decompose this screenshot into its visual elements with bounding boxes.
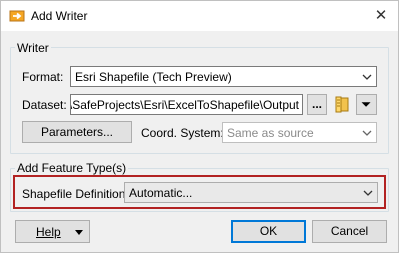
dataset-value: nts\SafeProjects\Esri\ExcelToShapefile\O… bbox=[70, 98, 299, 112]
window-title: Add Writer bbox=[31, 9, 88, 23]
parameters-button[interactable]: Parameters... bbox=[22, 121, 132, 143]
format-label: Format: bbox=[22, 70, 64, 84]
shapefile-definition-value: Automatic... bbox=[129, 186, 193, 200]
close-icon[interactable]: ✕ bbox=[367, 4, 395, 28]
folder-icon bbox=[335, 96, 349, 113]
title-bar: Add Writer ✕ bbox=[1, 1, 398, 31]
feature-type-group-title: Add Feature Type(s) bbox=[15, 161, 129, 175]
dataset-menu-button[interactable] bbox=[356, 94, 377, 115]
browse-button[interactable]: ... bbox=[307, 94, 327, 115]
add-writer-dialog: Add Writer ✕ Writer Format: Esri Shapefi… bbox=[0, 0, 399, 253]
chevron-down-icon bbox=[362, 130, 372, 136]
chevron-down-icon bbox=[362, 74, 372, 80]
ok-label: OK bbox=[259, 224, 278, 238]
ok-button[interactable]: OK bbox=[231, 220, 306, 243]
chevron-down-icon bbox=[75, 230, 83, 235]
dataset-field[interactable]: nts\SafeProjects\Esri\ExcelToShapefile\O… bbox=[70, 94, 303, 115]
chevron-down-icon bbox=[363, 190, 373, 196]
parameters-label: Parameters... bbox=[40, 125, 114, 139]
cancel-label: Cancel bbox=[330, 224, 369, 238]
coord-system-select[interactable]: Same as source bbox=[222, 122, 377, 143]
chevron-down-icon bbox=[361, 102, 371, 107]
coord-system-value: Same as source bbox=[227, 126, 314, 140]
cancel-button[interactable]: Cancel bbox=[312, 220, 387, 243]
shapefile-definition-select[interactable]: Automatic... bbox=[124, 182, 378, 203]
format-select[interactable]: Esri Shapefile (Tech Preview) bbox=[70, 66, 377, 87]
format-value: Esri Shapefile (Tech Preview) bbox=[75, 70, 232, 84]
help-label: Help bbox=[36, 225, 61, 239]
browse-label: ... bbox=[311, 97, 322, 111]
coord-system-label: Coord. System: bbox=[141, 126, 224, 140]
help-button[interactable]: Help bbox=[15, 220, 90, 243]
writer-group-title: Writer bbox=[15, 41, 51, 55]
folder-button[interactable] bbox=[332, 94, 352, 115]
writer-app-icon bbox=[9, 10, 25, 22]
dataset-label: Dataset: bbox=[22, 98, 67, 112]
shapefile-definition-label: Shapefile Definition: bbox=[22, 187, 129, 201]
